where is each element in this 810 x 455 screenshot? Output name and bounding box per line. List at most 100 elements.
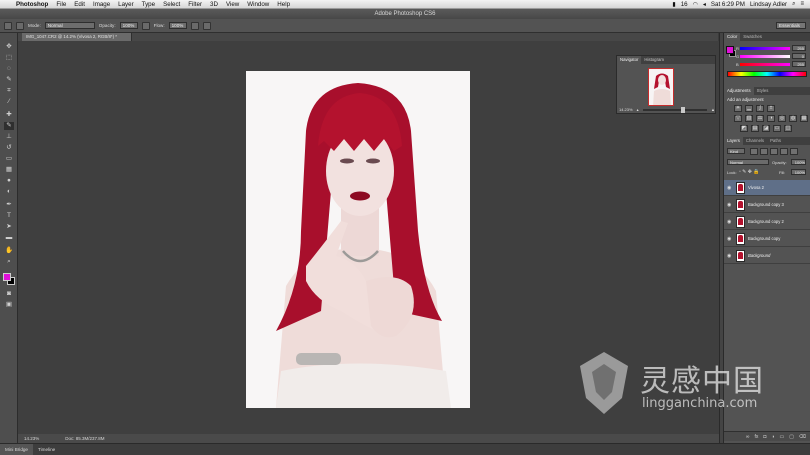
crop-tool-icon[interactable]: ⌗: [4, 87, 14, 95]
menubar-user[interactable]: Lindsay Adler: [750, 1, 787, 8]
history-brush-tool-icon[interactable]: ↺: [4, 144, 14, 152]
brightness-contrast-icon[interactable]: ☀: [734, 105, 742, 112]
type-tool-icon[interactable]: T: [4, 212, 14, 220]
curves-icon[interactable]: ∫: [756, 105, 764, 112]
selective-color-icon[interactable]: ◫: [784, 125, 792, 132]
zoom-out-icon[interactable]: ▴: [637, 107, 639, 112]
menu-filter[interactable]: Filter: [184, 0, 206, 9]
blur-tool-icon[interactable]: ●: [4, 177, 14, 185]
document-tab[interactable]: IMG_1047.CR2 @ 14.2% (Vivosa 2, RGB/8*) …: [22, 33, 132, 41]
exposure-icon[interactable]: ±: [767, 105, 775, 112]
brush-tool-icon[interactable]: ✎: [4, 122, 14, 130]
levels-icon[interactable]: ▁: [745, 105, 753, 112]
layer-row[interactable]: ◉ Background copy: [724, 231, 810, 247]
navigator-thumbnail[interactable]: [648, 68, 674, 106]
tab-styles[interactable]: Styles: [754, 87, 772, 95]
black-white-icon[interactable]: ◑: [767, 115, 775, 122]
menu-select[interactable]: Select: [159, 0, 184, 9]
spotlight-icon[interactable]: ⌕: [792, 1, 795, 8]
lasso-tool-icon[interactable]: ◌: [4, 65, 14, 73]
opacity-field[interactable]: 100%: [119, 22, 138, 29]
color-r-value[interactable]: 255: [792, 45, 806, 51]
screen-mode-icon[interactable]: ▣: [4, 301, 14, 309]
brush-preset-icon[interactable]: [4, 21, 12, 30]
move-tool-icon[interactable]: ✥: [4, 43, 14, 51]
new-layer-icon[interactable]: ▢: [789, 432, 794, 441]
tab-layers[interactable]: Layers: [724, 137, 743, 145]
path-select-tool-icon[interactable]: ➤: [4, 223, 14, 231]
gradient-map-icon[interactable]: ▭: [773, 125, 781, 132]
zoom-tool-icon[interactable]: ⌕: [4, 258, 14, 266]
photo-filter-icon[interactable]: ◎: [778, 115, 786, 122]
menu-help[interactable]: Help: [273, 0, 294, 9]
layer-opacity-field[interactable]: 100%: [791, 159, 806, 165]
threshold-icon[interactable]: ◪: [762, 125, 770, 132]
layer-filter-kind[interactable]: Kind: [727, 148, 745, 154]
filter-smart-icon[interactable]: [790, 148, 798, 155]
new-group-icon[interactable]: ▭: [779, 432, 784, 441]
eyedropper-tool-icon[interactable]: ⁄: [4, 98, 14, 106]
filter-shape-icon[interactable]: [780, 148, 788, 155]
lock-icons[interactable]: ▫ ✎ ✥ 🔒: [739, 169, 760, 175]
tab-paths[interactable]: Paths: [767, 137, 784, 145]
tab-adjustments[interactable]: Adjustments: [724, 87, 754, 95]
navigator-zoom-slider[interactable]: [642, 106, 708, 113]
color-balance-icon[interactable]: ⚖: [756, 115, 764, 122]
menu-app[interactable]: Photoshop: [12, 0, 52, 9]
tab-mini-bridge[interactable]: Mini Bridge: [0, 444, 33, 455]
tab-swatches[interactable]: Swatches: [740, 33, 765, 41]
pressure-size-icon[interactable]: [202, 21, 211, 30]
layer-row[interactable]: ◉ Background copy 2: [724, 214, 810, 230]
invert-icon[interactable]: ◩: [740, 125, 748, 132]
healing-tool-icon[interactable]: ✚: [4, 111, 14, 119]
volume-icon[interactable]: ◂: [703, 1, 706, 8]
visibility-eye-icon[interactable]: ◉: [727, 219, 731, 225]
layer-row[interactable]: ◉ Vivosa 2: [724, 180, 810, 196]
color-g-slider[interactable]: [740, 55, 790, 58]
menu-file[interactable]: File: [52, 0, 70, 9]
tab-timeline[interactable]: Timeline: [33, 444, 60, 455]
vibrance-icon[interactable]: ▽: [734, 115, 742, 122]
layer-row[interactable]: ◉ Background: [724, 248, 810, 264]
color-foreground-swatch[interactable]: [726, 46, 734, 54]
visibility-eye-icon[interactable]: ◉: [727, 202, 731, 208]
status-zoom[interactable]: 14.23%: [24, 434, 39, 443]
menu-window[interactable]: Window: [243, 0, 273, 9]
airbrush-icon[interactable]: [190, 21, 199, 30]
battery-icon[interactable]: ▮: [672, 1, 675, 8]
navigator-zoom-value[interactable]: 14.23%: [619, 107, 633, 112]
menu-edit[interactable]: Edit: [70, 0, 89, 9]
tab-color[interactable]: Color: [724, 33, 741, 41]
quick-mask-icon[interactable]: ◙: [4, 290, 14, 298]
visibility-eye-icon[interactable]: ◉: [727, 185, 731, 191]
list-icon[interactable]: ≡: [800, 1, 804, 7]
zoom-in-icon[interactable]: ▲: [711, 107, 715, 112]
foreground-color-swatch[interactable]: [3, 273, 11, 281]
dodge-tool-icon[interactable]: ◐: [4, 188, 14, 196]
color-g-value[interactable]: 0: [792, 53, 806, 59]
layer-mask-icon[interactable]: ◘: [763, 432, 766, 441]
blend-mode-select[interactable]: Normal: [727, 159, 769, 165]
workspace-switcher[interactable]: Essentials: [776, 22, 806, 29]
flow-field[interactable]: 100%: [168, 22, 187, 29]
eraser-tool-icon[interactable]: ▭: [4, 155, 14, 163]
menu-layer[interactable]: Layer: [114, 0, 137, 9]
pen-tool-icon[interactable]: ✒: [4, 201, 14, 209]
layer-row[interactable]: ◉ Background copy 3: [724, 197, 810, 213]
shape-tool-icon[interactable]: ▬: [4, 234, 14, 242]
fill-field[interactable]: 100%: [791, 169, 806, 175]
menu-type[interactable]: Type: [138, 0, 159, 9]
menu-3d[interactable]: 3D: [206, 0, 222, 9]
tab-histogram[interactable]: Histogram: [641, 56, 667, 64]
new-adjustment-icon[interactable]: ◑: [771, 432, 774, 441]
visibility-eye-icon[interactable]: ◉: [727, 236, 731, 242]
hand-tool-icon[interactable]: ✋: [4, 247, 14, 255]
color-spectrum-ramp[interactable]: [727, 71, 807, 77]
pressure-opacity-icon[interactable]: [141, 21, 150, 30]
gradient-tool-icon[interactable]: ▦: [4, 166, 14, 174]
channel-mixer-icon[interactable]: ◍: [789, 115, 797, 122]
zoom-slider-knob[interactable]: [681, 106, 686, 113]
wifi-icon[interactable]: ◠: [693, 1, 698, 8]
color-lookup-icon[interactable]: ▦: [800, 115, 808, 122]
posterize-icon[interactable]: ▤: [751, 125, 759, 132]
